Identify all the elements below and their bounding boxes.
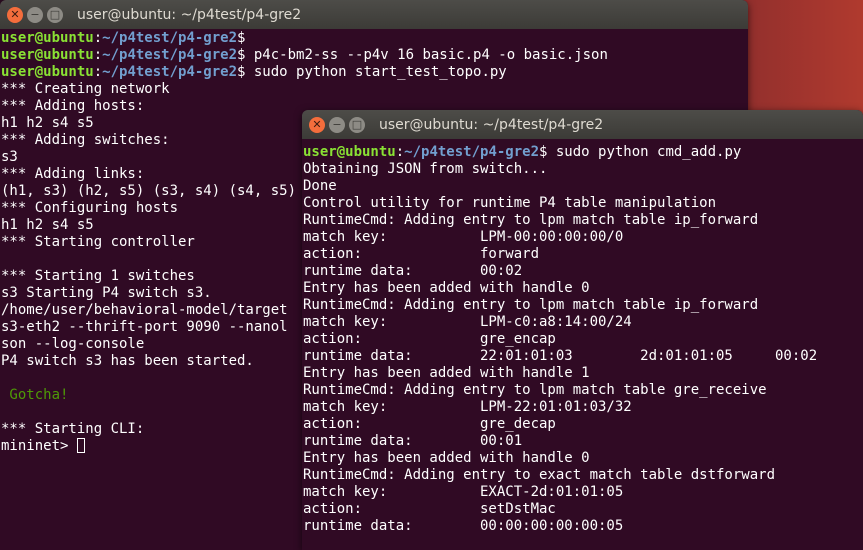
- output-text: action: forward: [303, 246, 540, 262]
- terminal-line: runtime data: 00:00:00:00:00:05: [303, 518, 863, 535]
- cursor-block: [76, 438, 85, 453]
- output-text: s3 Starting P4 switch s3.: [1, 285, 212, 301]
- window-title: user@ubuntu: ~/p4test/p4-gre2: [77, 6, 302, 23]
- title-bar[interactable]: ✕ − □ user@ubuntu: ~/p4test/p4-gre2: [0, 0, 748, 29]
- terminal-line: match key: LPM-c0:a8:14:00/24: [303, 314, 863, 331]
- output-text: Entry has been added with handle 0: [303, 450, 590, 466]
- prompt-separator: :: [93, 64, 103, 80]
- output-text: Obtaining JSON from switch...: [303, 161, 548, 177]
- close-icon[interactable]: ✕: [309, 116, 325, 133]
- output-text: action: gre_encap: [303, 331, 556, 347]
- minimize-icon[interactable]: −: [27, 6, 43, 23]
- terminal-line: runtime data: 00:02: [303, 263, 863, 280]
- prompt-user: user@ubuntu: [1, 64, 94, 80]
- close-icon[interactable]: ✕: [7, 6, 23, 23]
- output-text: RuntimeCmd: Adding entry to lpm match ta…: [303, 212, 759, 228]
- terminal-line: RuntimeCmd: Adding entry to lpm match ta…: [303, 382, 863, 399]
- prompt-separator: :: [395, 144, 405, 160]
- window-controls: ✕ − □: [7, 6, 63, 23]
- output-text: *** Creating network: [1, 81, 170, 97]
- output-text: action: gre_decap: [303, 416, 556, 432]
- output-text: *** Adding hosts:: [1, 98, 145, 114]
- output-text: match key: EXACT-2d:01:01:05: [303, 484, 624, 500]
- terminal-line: runtime data: 00:01: [303, 433, 863, 450]
- terminal-line: *** Creating network: [1, 81, 748, 98]
- window-controls: ✕ − □: [309, 116, 365, 133]
- terminal-line: Control utility for runtime P4 table man…: [303, 195, 863, 212]
- highlight-text: Gotcha!: [1, 387, 69, 403]
- terminal-output[interactable]: user@ubuntu:~/p4test/p4-gre2$ sudo pytho…: [302, 143, 863, 550]
- output-text: runtime data: 00:01: [303, 433, 523, 449]
- output-text: s3-eth2 --thrift-port 9090 --nanol: [1, 319, 288, 335]
- terminal-line: Entry has been added with handle 1: [303, 365, 863, 382]
- command-text: $ sudo python cmd_add.py: [539, 144, 742, 160]
- prompt-path: ~/p4test/p4-gre2: [102, 30, 238, 46]
- terminal-line: action: gre_encap: [303, 331, 863, 348]
- command-text: $ p4c-bm2-ss --p4v 16 basic.p4 -o basic.…: [237, 47, 608, 63]
- maximize-icon[interactable]: □: [349, 116, 365, 133]
- terminal-line: Done: [303, 178, 863, 195]
- terminal-line: RuntimeCmd: Adding entry to lpm match ta…: [303, 297, 863, 314]
- command-text: $: [237, 30, 246, 46]
- output-text: RuntimeCmd: Adding entry to lpm match ta…: [303, 297, 759, 313]
- terminal-line: Obtaining JSON from switch...: [303, 161, 863, 178]
- terminal-line: user@ubuntu:~/p4test/p4-gre2$ p4c-bm2-ss…: [1, 47, 748, 64]
- terminal-line: action: gre_decap: [303, 416, 863, 433]
- output-text: match key: LPM-00:00:00:00/0: [303, 229, 624, 245]
- prompt-path: ~/p4test/p4-gre2: [404, 144, 540, 160]
- minimize-icon[interactable]: −: [329, 116, 345, 133]
- output-text: P4 switch s3 has been started.: [1, 353, 254, 369]
- prompt-user: user@ubuntu: [303, 144, 396, 160]
- terminal-line: runtime data: 22:01:01:03 2d:01:01:05 00…: [303, 348, 863, 365]
- output-text: *** Configuring hosts: [1, 200, 179, 216]
- maximize-icon[interactable]: □: [47, 6, 63, 23]
- output-text: Entry has been added with handle 0: [303, 280, 590, 296]
- prompt-separator: :: [93, 47, 103, 63]
- terminal-line: match key: EXACT-2d:01:01:05: [303, 484, 863, 501]
- output-text: match key: LPM-c0:a8:14:00/24: [303, 314, 632, 330]
- output-text: runtime data: 00:02: [303, 263, 523, 279]
- terminal-line: match key: LPM-22:01:01:03/32: [303, 399, 863, 416]
- prompt-user: user@ubuntu: [1, 30, 94, 46]
- output-text: son --log-console: [1, 336, 145, 352]
- output-text: mininet>: [1, 438, 77, 454]
- terminal-line: RuntimeCmd: Adding entry to exact match …: [303, 467, 863, 484]
- title-bar[interactable]: ✕ − □ user@ubuntu: ~/p4test/p4-gre2: [302, 110, 863, 139]
- output-text: *** Adding links:: [1, 166, 145, 182]
- command-text: $ sudo python start_test_topo.py: [237, 64, 507, 80]
- output-text: runtime data: 22:01:01:03 2d:01:01:05 00…: [303, 348, 818, 364]
- terminal-line: user@ubuntu:~/p4test/p4-gre2$: [1, 30, 748, 47]
- output-text: *** Starting 1 switches: [1, 268, 195, 284]
- output-text: h1 h2 s4 s5: [1, 217, 94, 233]
- terminal-line: user@ubuntu:~/p4test/p4-gre2$ sudo pytho…: [1, 64, 748, 81]
- output-text: *** Starting CLI:: [1, 421, 145, 437]
- window-title: user@ubuntu: ~/p4test/p4-gre2: [379, 116, 604, 133]
- terminal-line: RuntimeCmd: Adding entry to lpm match ta…: [303, 212, 863, 229]
- output-text: *** Adding switches:: [1, 132, 170, 148]
- output-text: s3: [1, 149, 18, 165]
- output-text: RuntimeCmd: Adding entry to lpm match ta…: [303, 382, 767, 398]
- output-text: (h1, s3) (h2, s5) (s3, s4) (s4, s5): [1, 183, 297, 199]
- terminal-window-secondary[interactable]: ✕ − □ user@ubuntu: ~/p4test/p4-gre2 user…: [302, 110, 863, 550]
- output-text: RuntimeCmd: Adding entry to exact match …: [303, 467, 776, 483]
- terminal-line: Entry has been added with handle 0: [303, 280, 863, 297]
- terminal-line: Entry has been added with handle 0: [303, 450, 863, 467]
- prompt-user: user@ubuntu: [1, 47, 94, 63]
- output-text: Entry has been added with handle 1: [303, 365, 590, 381]
- output-text: runtime data: 00:00:00:00:00:05: [303, 518, 624, 534]
- prompt-path: ~/p4test/p4-gre2: [102, 64, 238, 80]
- prompt-separator: :: [93, 30, 103, 46]
- prompt-path: ~/p4test/p4-gre2: [102, 47, 238, 63]
- output-text: Done: [303, 178, 337, 194]
- output-text: Control utility for runtime P4 table man…: [303, 195, 717, 211]
- output-text: *** Starting controller: [1, 234, 195, 250]
- terminal-line: action: setDstMac: [303, 501, 863, 518]
- terminal-line: match key: LPM-00:00:00:00/0: [303, 229, 863, 246]
- output-text: h1 h2 s4 s5: [1, 115, 94, 131]
- terminal-line: user@ubuntu:~/p4test/p4-gre2$ sudo pytho…: [303, 144, 863, 161]
- output-text: action: setDstMac: [303, 501, 556, 517]
- terminal-line: action: forward: [303, 246, 863, 263]
- output-text: match key: LPM-22:01:01:03/32: [303, 399, 632, 415]
- output-text: /home/user/behavioral-model/target: [1, 302, 288, 318]
